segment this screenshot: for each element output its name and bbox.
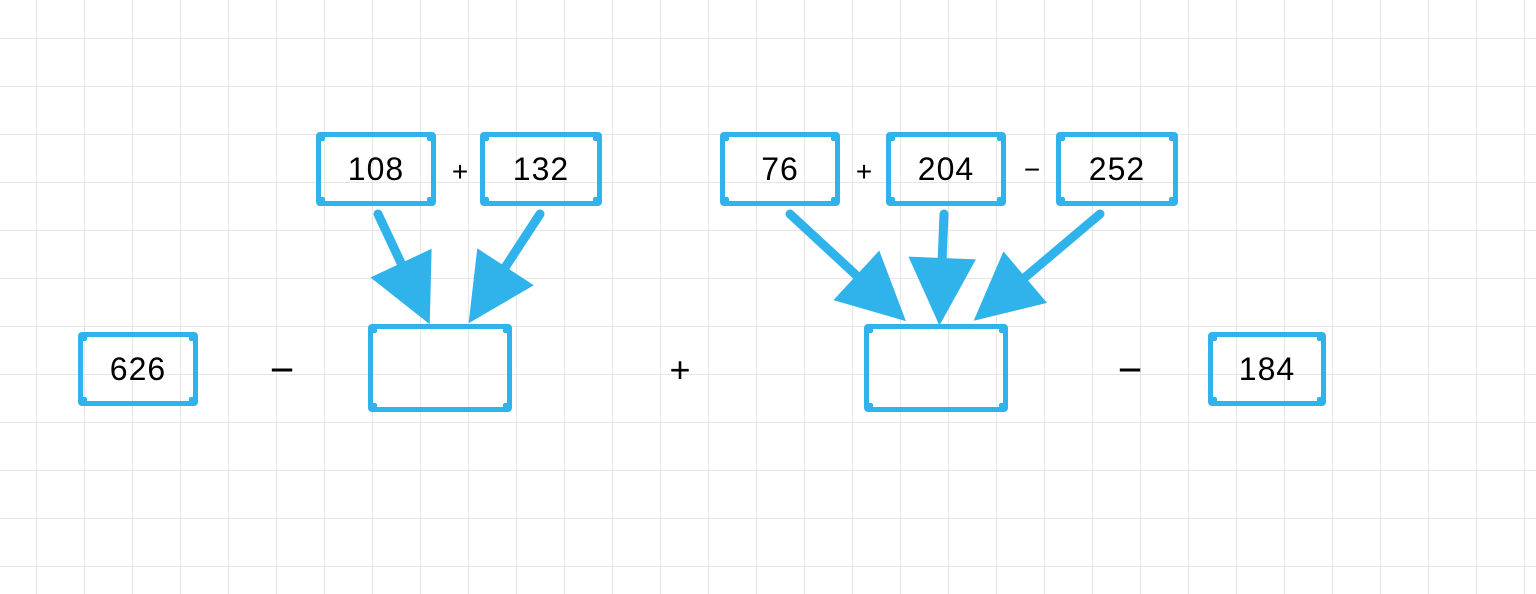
value-184: 184 bbox=[1213, 351, 1321, 388]
operator-minus-group2: − bbox=[1024, 154, 1040, 186]
box-184: 184 bbox=[1208, 332, 1326, 406]
arrow-76-to-blank bbox=[790, 214, 896, 312]
box-252: 252 bbox=[1056, 132, 1178, 206]
operator-minus-1: − bbox=[270, 346, 295, 394]
arrow-132-to-blank bbox=[476, 214, 540, 312]
box-76: 76 bbox=[720, 132, 840, 206]
arrow-108-to-blank bbox=[378, 214, 424, 312]
diagram-stage: 108 + 132 76 + 204 − 252 626 − + − 184 bbox=[0, 0, 1536, 594]
operator-plus-bottom: + bbox=[669, 349, 690, 391]
box-626: 626 bbox=[78, 332, 198, 406]
arrow-204-to-blank bbox=[940, 214, 944, 312]
operator-minus-2: − bbox=[1118, 346, 1143, 394]
box-blank-a[interactable] bbox=[368, 324, 512, 412]
box-132: 132 bbox=[480, 132, 602, 206]
value-204: 204 bbox=[891, 151, 1001, 188]
value-108: 108 bbox=[321, 151, 431, 188]
value-132: 132 bbox=[485, 151, 597, 188]
box-204: 204 bbox=[886, 132, 1006, 206]
value-626: 626 bbox=[83, 351, 193, 388]
arrows-layer bbox=[0, 0, 1536, 594]
operator-plus-group1: + bbox=[452, 156, 468, 188]
value-76: 76 bbox=[725, 151, 835, 188]
operator-plus-group2: + bbox=[856, 156, 872, 188]
box-blank-b[interactable] bbox=[864, 324, 1008, 412]
arrow-252-to-blank bbox=[984, 214, 1100, 312]
value-252: 252 bbox=[1061, 151, 1173, 188]
box-108: 108 bbox=[316, 132, 436, 206]
